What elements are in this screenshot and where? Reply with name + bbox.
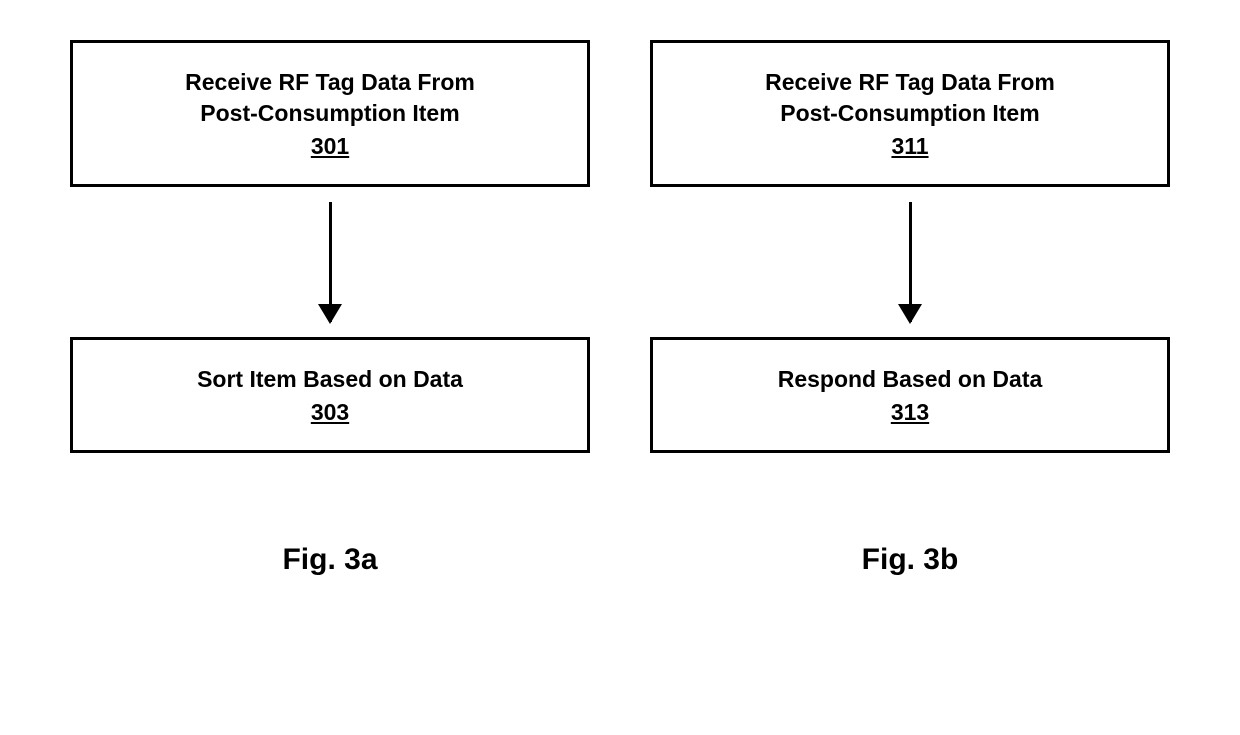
diagram-container: Receive RF Tag Data FromPost-Consumption… <box>0 0 1240 577</box>
step-box-313: Respond Based on Data 313 <box>650 337 1170 453</box>
step-title: Respond Based on Data <box>673 364 1147 395</box>
flowchart-3a: Receive RF Tag Data FromPost-Consumption… <box>70 40 590 577</box>
flowchart-3b: Receive RF Tag Data FromPost-Consumption… <box>650 40 1170 577</box>
figure-label-3a: Fig. 3a <box>282 543 377 577</box>
step-title: Receive RF Tag Data FromPost-Consumption… <box>673 67 1147 129</box>
arrow-down-icon <box>909 202 912 322</box>
step-box-303: Sort Item Based on Data 303 <box>70 337 590 453</box>
step-title: Sort Item Based on Data <box>93 364 567 395</box>
step-title: Receive RF Tag Data FromPost-Consumption… <box>93 67 567 129</box>
step-ref: 313 <box>891 399 929 426</box>
step-ref: 303 <box>311 399 349 426</box>
step-box-301: Receive RF Tag Data FromPost-Consumption… <box>70 40 590 187</box>
arrow-down-icon <box>329 202 332 322</box>
step-ref: 301 <box>311 133 349 160</box>
arrow-3b <box>909 187 912 337</box>
step-box-311: Receive RF Tag Data FromPost-Consumption… <box>650 40 1170 187</box>
step-ref: 311 <box>891 133 928 160</box>
figure-label-3b: Fig. 3b <box>862 543 959 577</box>
arrow-3a <box>329 187 332 337</box>
